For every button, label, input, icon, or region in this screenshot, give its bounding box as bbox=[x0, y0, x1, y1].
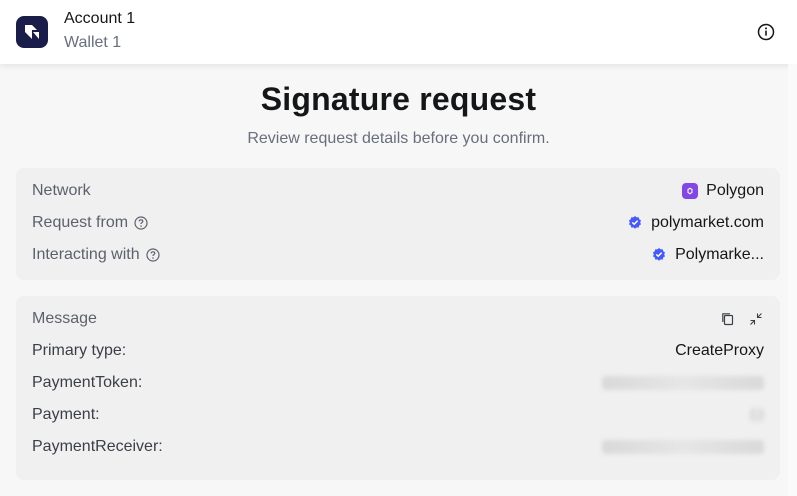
message-label: Message bbox=[32, 310, 97, 327]
page-title: Signature request bbox=[260, 81, 537, 117]
collapse-icon[interactable] bbox=[748, 311, 764, 327]
request-from-value: polymarket.com bbox=[651, 214, 764, 231]
verified-icon bbox=[651, 247, 667, 263]
network-label: Network bbox=[32, 182, 91, 199]
request-details-card: Network Polygon Request from polymarket.… bbox=[16, 168, 780, 280]
primary-type-row: Primary type: CreateProxy bbox=[32, 335, 764, 367]
info-icon[interactable] bbox=[756, 22, 776, 42]
message-card: Message Primary type: CreateProxy Paymen… bbox=[16, 296, 780, 480]
payment-receiver-label: PaymentReceiver: bbox=[32, 438, 163, 455]
interacting-with-row: Interacting with Polymarke... bbox=[32, 239, 764, 271]
header: Account 1 Wallet 1 bbox=[0, 0, 797, 64]
payment-row: Payment: bbox=[32, 399, 764, 431]
network-value: Polygon bbox=[706, 182, 764, 199]
wallet-logo-icon bbox=[16, 16, 48, 48]
request-from-label: Request from bbox=[32, 214, 129, 231]
page-subtitle: Review request details before you confir… bbox=[247, 130, 550, 147]
redacted-address bbox=[602, 440, 764, 454]
redacted-value bbox=[750, 408, 764, 422]
primary-type-label: Primary type: bbox=[32, 342, 127, 359]
question-icon[interactable] bbox=[134, 216, 148, 230]
polygon-icon bbox=[682, 183, 699, 199]
payment-label: Payment: bbox=[32, 406, 100, 423]
payment-receiver-row: PaymentReceiver: bbox=[32, 431, 764, 463]
interacting-with-value: Polymarke... bbox=[675, 246, 764, 263]
primary-type-value: CreateProxy bbox=[675, 342, 764, 359]
redacted-address bbox=[602, 376, 764, 390]
message-header-row: Message bbox=[32, 303, 764, 335]
payment-token-label: PaymentToken: bbox=[32, 374, 143, 391]
question-icon[interactable] bbox=[146, 248, 160, 262]
network-row: Network Polygon bbox=[32, 175, 764, 207]
copy-icon[interactable] bbox=[720, 311, 736, 327]
scrollbar[interactable] bbox=[788, 64, 797, 496]
request-from-row: Request from polymarket.com bbox=[32, 207, 764, 239]
interacting-with-link[interactable]: Polymarke... bbox=[651, 246, 764, 264]
interacting-with-label: Interacting with bbox=[32, 246, 140, 263]
account-name: Account 1 bbox=[64, 10, 136, 27]
wallet-name: Wallet 1 bbox=[64, 34, 122, 51]
payment-token-row: PaymentToken: bbox=[32, 367, 764, 399]
verified-icon bbox=[627, 215, 643, 231]
